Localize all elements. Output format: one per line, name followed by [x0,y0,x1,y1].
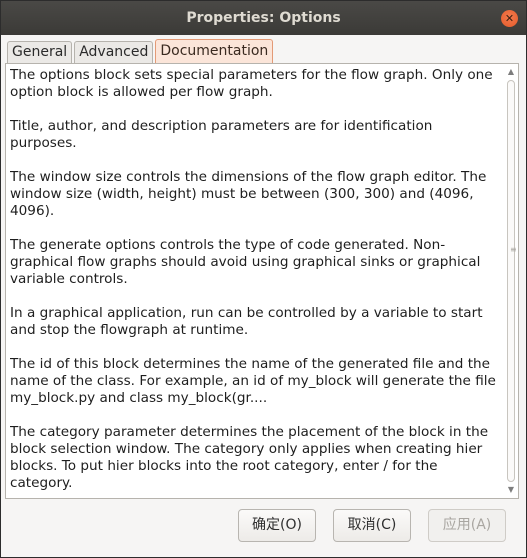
doc-paragraph: The generate options controls the type o… [10,237,481,287]
chevron-up-icon[interactable]: ▲ [506,66,516,78]
doc-paragraph: In a graphical application, run can be c… [10,305,483,338]
close-button[interactable]: ✕ [501,10,518,27]
tab-bar: General Advanced Documentation [7,39,275,63]
cancel-button[interactable]: 取消(C) [333,509,411,542]
scroll-thumb[interactable]: ≡ [507,80,517,482]
window-title: Properties: Options [186,10,341,26]
doc-paragraph: The options block sets special parameter… [10,67,493,100]
doc-paragraph: The window size controls the dimensions … [10,169,487,219]
grip-icon: ≡ [510,245,517,254]
ok-button[interactable]: 确定(O) [238,509,316,542]
chevron-down-icon[interactable]: ▼ [506,484,516,496]
doc-paragraph: The category parameter determines the pl… [10,424,489,491]
close-icon: ✕ [504,12,515,25]
documentation-text[interactable]: The options block sets special parameter… [10,67,502,497]
tab-documentation[interactable]: Documentation [155,39,274,63]
doc-paragraph: The id of this block determines the name… [10,356,496,406]
apply-button[interactable]: 应用(A) [428,509,506,542]
tab-advanced[interactable]: Advanced [74,41,154,63]
tab-general[interactable]: General [7,41,73,63]
vertical-scrollbar[interactable]: ▲ ≡ ▼ [506,66,517,496]
dialog-buttons: 确定(O) 取消(C) 应用(A) [1,509,526,543]
properties-dialog: Properties: Options ✕ General Advanced D… [0,0,527,558]
title-bar[interactable]: Properties: Options ✕ [1,1,526,35]
documentation-panel: The options block sets special parameter… [5,63,519,499]
doc-paragraph: Title, author, and description parameter… [10,118,433,151]
